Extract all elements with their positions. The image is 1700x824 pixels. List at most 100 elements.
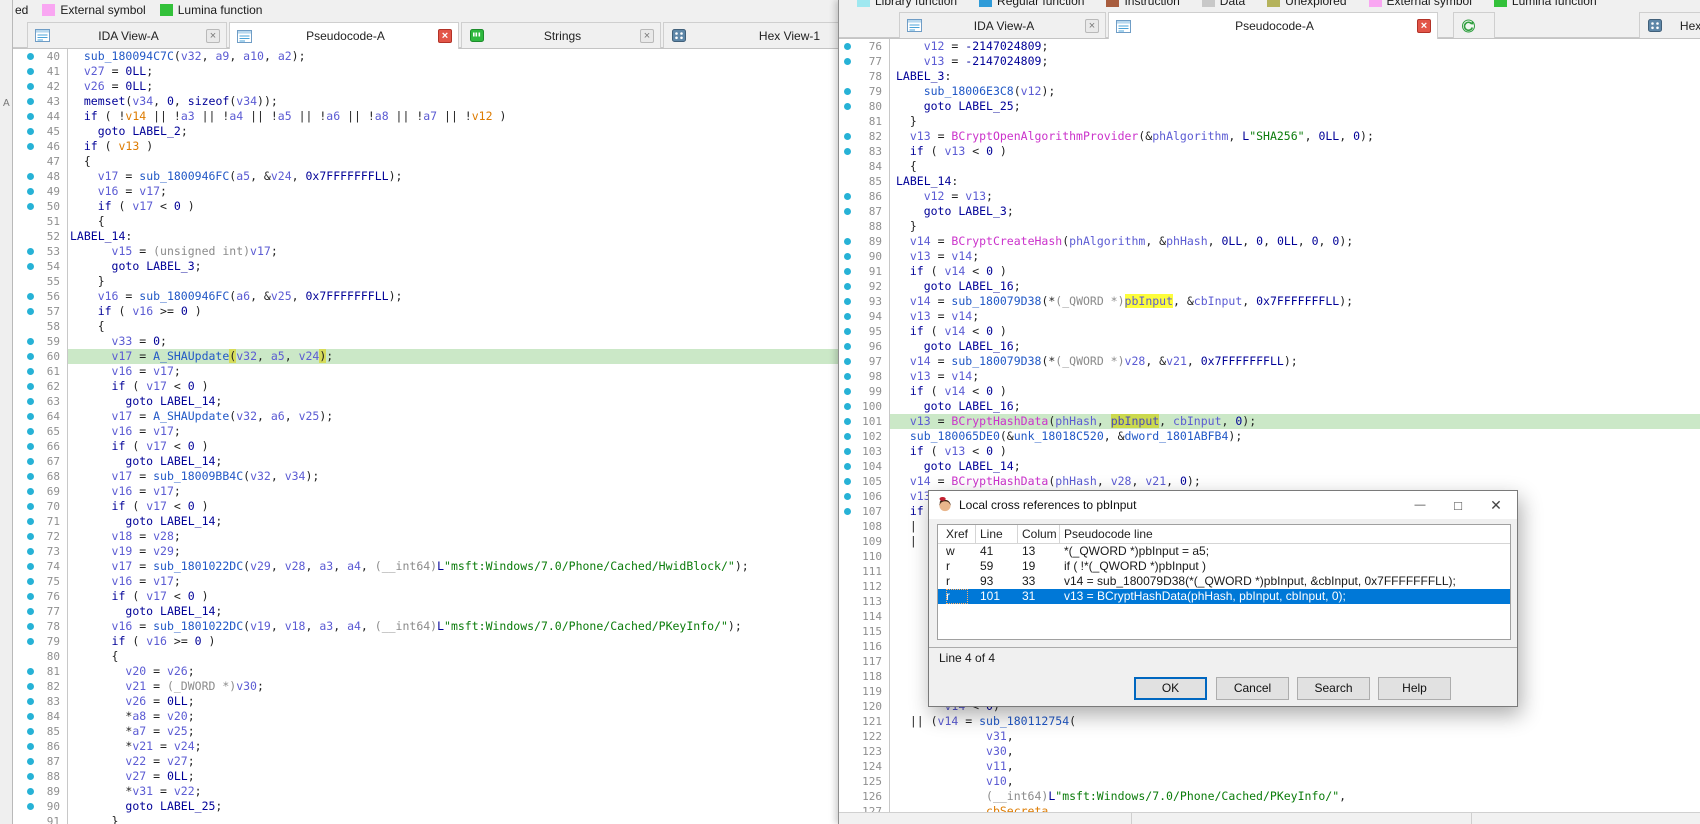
code-line[interactable]: 51 { <box>13 214 838 229</box>
close-tab-icon[interactable]: × <box>438 29 452 43</box>
column-header-column[interactable]: Colum <box>1022 525 1057 544</box>
code-line[interactable]: 81 v20 = v26; <box>13 664 838 679</box>
code-line[interactable]: 104 goto LABEL_14; <box>839 459 1700 474</box>
code-line[interactable]: 62 if ( v17 < 0 ) <box>13 379 838 394</box>
code-line[interactable]: 85LABEL_14: <box>839 174 1700 189</box>
code-line[interactable]: 68 v17 = sub_18009BB4C(v32, v34); <box>13 469 838 484</box>
code-line[interactable]: 77 v13 = -2147024809; <box>839 54 1700 69</box>
code-line[interactable]: 63 goto LABEL_14; <box>13 394 838 409</box>
tab-ida-view-a[interactable]: IDA View-A× <box>899 12 1106 38</box>
code-line[interactable]: 89 *v31 = v22; <box>13 784 838 799</box>
code-line[interactable]: 81 } <box>839 114 1700 129</box>
code-line[interactable]: 83 if ( v13 < 0 ) <box>839 144 1700 159</box>
code-line[interactable]: 66 if ( v17 < 0 ) <box>13 439 838 454</box>
code-line[interactable]: 101 v13 = BCryptHashData(phHash, pbInput… <box>839 414 1700 429</box>
code-line[interactable]: 40 sub_180094C7C(v32, a9, a10, a2); <box>13 49 838 64</box>
code-line[interactable]: 72 v18 = v28; <box>13 529 838 544</box>
minimize-icon[interactable]: — <box>1401 491 1439 519</box>
code-line[interactable]: 80 { <box>13 649 838 664</box>
code-line[interactable]: 103 if ( v13 < 0 ) <box>839 444 1700 459</box>
code-line[interactable]: 64 v17 = A_SHAUpdate(v32, a6, v25); <box>13 409 838 424</box>
code-line[interactable]: 69 v16 = v17; <box>13 484 838 499</box>
code-line[interactable]: 99 if ( v14 < 0 ) <box>839 384 1700 399</box>
pseudocode-pane-left[interactable]: 40 sub_180094C7C(v32, a9, a10, a2);41 v2… <box>13 48 838 824</box>
code-line[interactable]: 56 v16 = sub_1800946FC(a6, &v25, 0x7FFFF… <box>13 289 838 304</box>
code-line[interactable]: 90 goto LABEL_25; <box>13 799 838 814</box>
code-line[interactable]: 43 memset(v34, 0, sizeof(v34)); <box>13 94 838 109</box>
code-line[interactable]: 42 v26 = 0LL; <box>13 79 838 94</box>
code-line[interactable]: 84 *a8 = v20; <box>13 709 838 724</box>
xref-row[interactable]: w4113*(_QWORD *)pbInput = a5; <box>938 544 1510 559</box>
code-line[interactable]: 46 if ( v13 ) <box>13 139 838 154</box>
code-line[interactable]: 84 { <box>839 159 1700 174</box>
tab-pseudocode-a[interactable]: Pseudocode-A× <box>229 22 459 49</box>
code-line[interactable]: 100 goto LABEL_16; <box>839 399 1700 414</box>
code-line[interactable]: 47 { <box>13 154 838 169</box>
code-line[interactable]: 82 v13 = BCryptOpenAlgorithmProvider(&ph… <box>839 129 1700 144</box>
code-line[interactable]: 45 goto LABEL_2; <box>13 124 838 139</box>
close-tab-icon[interactable]: × <box>1085 19 1099 33</box>
code-line[interactable]: 50 if ( v17 < 0 ) <box>13 199 838 214</box>
code-line[interactable]: 65 v16 = v17; <box>13 424 838 439</box>
code-line[interactable]: 61 v16 = v17; <box>13 364 838 379</box>
tab-ida-view-a[interactable]: IDA View-A× <box>27 22 227 48</box>
maximize-icon[interactable]: □ <box>1439 491 1477 519</box>
code-line[interactable]: 96 goto LABEL_16; <box>839 339 1700 354</box>
code-line[interactable]: 71 goto LABEL_14; <box>13 514 838 529</box>
tab-icon[interactable] <box>1453 12 1495 38</box>
code-line[interactable]: 52LABEL_14: <box>13 229 838 244</box>
code-line[interactable]: 82 v21 = (_DWORD *)v30; <box>13 679 838 694</box>
xref-row[interactable]: r10131v13 = BCryptHashData(phHash, pbInp… <box>938 589 1510 604</box>
code-line[interactable]: 122 v31, <box>839 729 1700 744</box>
code-line[interactable]: 80 goto LABEL_25; <box>839 99 1700 114</box>
code-line[interactable]: 44 if ( !v14 || !a3 || !a4 || !a5 || !a6… <box>13 109 838 124</box>
code-line[interactable]: 121 || (v14 = sub_180112754( <box>839 714 1700 729</box>
code-line[interactable]: 97 v14 = sub_180079D38(*(_QWORD *)v28, &… <box>839 354 1700 369</box>
tab-hex-view-1[interactable]: Hex View-1× <box>663 22 838 48</box>
tab-pseudocode-a[interactable]: Pseudocode-A× <box>1108 12 1438 39</box>
code-line[interactable]: 78LABEL_3: <box>839 69 1700 84</box>
code-line[interactable]: 93 v14 = sub_180079D38(*(_QWORD *)pbInpu… <box>839 294 1700 309</box>
horizontal-scrollbar[interactable] <box>839 812 1700 824</box>
column-header-line[interactable]: Line <box>980 525 1003 544</box>
code-line[interactable]: 67 goto LABEL_14; <box>13 454 838 469</box>
code-line[interactable]: 59 v33 = 0; <box>13 334 838 349</box>
code-line[interactable]: 105 v14 = BCryptHashData(phHash, v28, v2… <box>839 474 1700 489</box>
code-line[interactable]: 79 sub_18006E3C8(v12); <box>839 84 1700 99</box>
code-line[interactable]: 53 v15 = (unsigned int)v17; <box>13 244 838 259</box>
code-line[interactable]: 90 v13 = v14; <box>839 249 1700 264</box>
code-line[interactable]: 91 } <box>13 814 838 824</box>
code-line[interactable]: 76 v12 = -2147024809; <box>839 39 1700 54</box>
tab-strings[interactable]: Strings× <box>461 22 661 48</box>
close-tab-icon[interactable]: × <box>1417 19 1431 33</box>
code-line[interactable]: 70 if ( v17 < 0 ) <box>13 499 838 514</box>
code-line[interactable]: 41 v27 = 0LL; <box>13 64 838 79</box>
code-line[interactable]: 88 } <box>839 219 1700 234</box>
code-line[interactable]: 74 v17 = sub_1801022DC(v29, v28, a3, a4,… <box>13 559 838 574</box>
code-line[interactable]: 48 v17 = sub_1800946FC(a5, &v24, 0x7FFFF… <box>13 169 838 184</box>
code-line[interactable]: 58 { <box>13 319 838 334</box>
code-line[interactable]: 79 if ( v16 >= 0 ) <box>13 634 838 649</box>
cancel-button[interactable]: Cancel <box>1216 677 1289 700</box>
code-line[interactable]: 126 (__int64)L"msft:Windows/7.0/Phone/Ca… <box>839 789 1700 804</box>
code-line[interactable]: 76 if ( v17 < 0 ) <box>13 589 838 604</box>
code-line[interactable]: 98 v13 = v14; <box>839 369 1700 384</box>
ok-button[interactable]: OK <box>1134 677 1207 700</box>
search-button[interactable]: Search <box>1297 677 1370 700</box>
code-line[interactable]: 95 if ( v14 < 0 ) <box>839 324 1700 339</box>
code-line[interactable]: 60 v17 = A_SHAUpdate(v32, a5, v24); <box>13 349 838 364</box>
code-line[interactable]: 57 if ( v16 >= 0 ) <box>13 304 838 319</box>
code-line[interactable]: 102 sub_180065DE0(&unk_18018C520, &dword… <box>839 429 1700 444</box>
code-line[interactable]: 87 v22 = v27; <box>13 754 838 769</box>
code-line[interactable]: 125 v10, <box>839 774 1700 789</box>
code-line[interactable]: 92 goto LABEL_16; <box>839 279 1700 294</box>
code-line[interactable]: 89 v14 = BCryptCreateHash(phAlgorithm, &… <box>839 234 1700 249</box>
code-line[interactable]: 123 v30, <box>839 744 1700 759</box>
code-line[interactable]: 124 v11, <box>839 759 1700 774</box>
tab-hex-view-1[interactable]: Hex View-1× <box>1639 12 1700 38</box>
code-line[interactable]: 49 v16 = v17; <box>13 184 838 199</box>
code-line[interactable]: 54 goto LABEL_3; <box>13 259 838 274</box>
code-line[interactable]: 87 goto LABEL_3; <box>839 204 1700 219</box>
close-icon[interactable]: ✕ <box>1477 491 1515 519</box>
code-line[interactable]: 75 v16 = v17; <box>13 574 838 589</box>
